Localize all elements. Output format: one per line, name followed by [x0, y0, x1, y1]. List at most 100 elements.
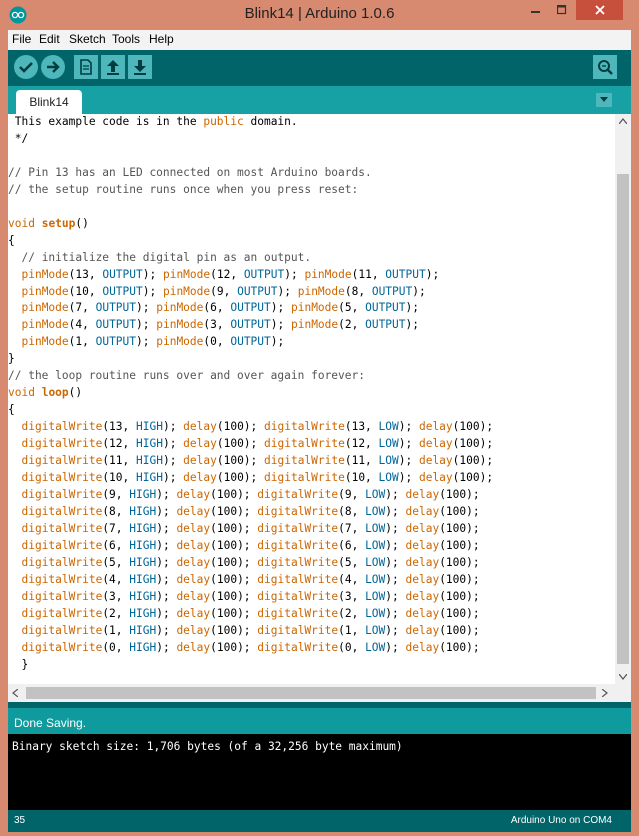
minimize-icon [530, 11, 540, 13]
vertical-scroll-thumb[interactable] [617, 174, 629, 664]
code-token: delay [183, 420, 217, 434]
code-token: (100); [210, 606, 258, 620]
code-token: delay [418, 471, 453, 485]
code-token: digitalWrite [257, 589, 339, 603]
code-token: (100); [216, 471, 265, 485]
vertical-scrollbar[interactable] [615, 114, 631, 684]
code-token: LOW [365, 606, 386, 620]
tab-blink14[interactable]: Blink14 [16, 90, 82, 114]
code-line[interactable]: digitalWrite(2, HIGH); delay(100); digit… [8, 606, 615, 623]
code-line[interactable]: void loop() [8, 385, 615, 402]
upload-button[interactable] [41, 55, 65, 79]
code-line[interactable]: { [8, 402, 615, 419]
verify-button[interactable] [14, 55, 38, 79]
open-button[interactable] [101, 55, 125, 79]
title-bar[interactable]: Blink14 | Arduino 1.0.6 [0, 0, 639, 30]
code-line[interactable]: digitalWrite(13, HIGH); delay(100); digi… [8, 419, 615, 436]
code-line[interactable]: pinMode(7, OUTPUT); pinMode(6, OUTPUT); … [8, 300, 615, 317]
code-line[interactable]: // the loop routine runs over and over a… [8, 368, 615, 385]
code-line[interactable]: void setup() [8, 216, 615, 233]
code-line[interactable]: digitalWrite(0, HIGH); delay(100); digit… [8, 640, 615, 657]
code-token: (100); [439, 589, 480, 603]
serial-monitor-button[interactable] [593, 55, 617, 79]
code-token: (100); [210, 640, 258, 654]
code-token: ); [412, 284, 426, 298]
code-token: (2, [338, 318, 366, 332]
code-token: (11, [102, 454, 136, 468]
code-line[interactable]: { [8, 233, 615, 250]
code-token: pinMode [162, 267, 211, 281]
horizontal-scroll-thumb[interactable] [26, 687, 596, 699]
verify-icon [19, 62, 33, 73]
code-token: ); [385, 589, 406, 603]
code-line[interactable]: // initialize the digital pin as an outp… [8, 250, 615, 267]
code-token: ); [136, 301, 157, 315]
code-area[interactable]: This example code is in the public domai… [8, 114, 615, 684]
console-output[interactable]: Binary sketch size: 1,706 bytes (of a 32… [8, 734, 631, 810]
code-line[interactable]: pinMode(10, OUTPUT); pinMode(9, OUTPUT);… [8, 284, 615, 301]
code-token: ); [142, 284, 163, 298]
scroll-down-icon[interactable] [619, 674, 627, 680]
code-line[interactable]: digitalWrite(1, HIGH); delay(100); digit… [8, 623, 615, 640]
menu-edit[interactable]: Edit [39, 32, 60, 46]
horizontal-scrollbar[interactable] [8, 684, 615, 702]
code-line[interactable]: // Pin 13 has an LED connected on most A… [8, 165, 615, 182]
menu-tools[interactable]: Tools [112, 32, 140, 46]
code-line[interactable]: ​ [8, 199, 615, 216]
code-token: digitalWrite [21, 572, 103, 586]
code-line[interactable]: } [8, 351, 615, 368]
code-line[interactable]: digitalWrite(4, HIGH); delay(100); digit… [8, 572, 615, 589]
code-token: (3, [338, 589, 366, 603]
code-token: delay [176, 487, 211, 501]
code-line[interactable]: } [8, 657, 615, 674]
code-line[interactable]: digitalWrite(8, HIGH); delay(100); digit… [8, 504, 615, 521]
code-line[interactable]: ​ [8, 148, 615, 165]
minimize-button[interactable] [522, 0, 549, 20]
code-line[interactable]: digitalWrite(11, HIGH); delay(100); digi… [8, 453, 615, 470]
code-token: digitalWrite [21, 487, 103, 501]
code-token: delay [176, 521, 211, 535]
code-token: HIGH [129, 504, 157, 518]
code-line[interactable]: pinMode(13, OUTPUT); pinMode(12, OUTPUT)… [8, 267, 615, 284]
code-token: ); [385, 504, 406, 518]
code-token: (6, [338, 538, 366, 552]
code-line[interactable]: */ [8, 131, 615, 148]
code-token: delay [176, 572, 211, 586]
code-line[interactable]: digitalWrite(7, HIGH); delay(100); digit… [8, 521, 615, 538]
code-line[interactable]: digitalWrite(6, HIGH); delay(100); digit… [8, 538, 615, 555]
code-line[interactable]: This example code is in the public domai… [8, 114, 615, 131]
maximize-button[interactable] [549, 0, 575, 20]
scroll-left-icon[interactable] [12, 689, 18, 697]
code-token: ); [156, 504, 177, 518]
code-token: HIGH [129, 623, 157, 637]
code-token: LOW [365, 640, 386, 654]
code-line[interactable]: digitalWrite(12, HIGH); delay(100); digi… [8, 436, 615, 453]
new-button[interactable] [74, 55, 98, 79]
code-line[interactable]: // the setup routine runs once when you … [8, 182, 615, 199]
code-line[interactable]: digitalWrite(10, HIGH); delay(100); digi… [8, 470, 615, 487]
source-code[interactable]: This example code is in the public domai… [8, 114, 615, 673]
close-button[interactable] [576, 0, 623, 20]
save-button[interactable] [128, 55, 152, 79]
menu-sketch[interactable]: Sketch [69, 32, 106, 46]
scroll-right-icon[interactable] [602, 689, 608, 697]
code-line[interactable]: digitalWrite(3, HIGH); delay(100); digit… [8, 589, 615, 606]
code-editor[interactable]: This example code is in the public domai… [8, 114, 631, 702]
menu-file[interactable]: File [12, 32, 31, 46]
code-line[interactable]: digitalWrite(5, HIGH); delay(100); digit… [8, 555, 615, 572]
menu-help[interactable]: Help [149, 32, 174, 46]
code-line[interactable]: digitalWrite(9, HIGH); delay(100); digit… [8, 487, 615, 504]
code-token: delay [405, 538, 440, 552]
new-icon [80, 59, 92, 75]
tab-menu-button[interactable] [596, 93, 612, 107]
code-token: ); [270, 301, 291, 315]
code-token: (4, [102, 572, 130, 586]
code-line[interactable]: pinMode(4, OUTPUT); pinMode(3, OUTPUT); … [8, 317, 615, 334]
code-line[interactable]: pinMode(1, OUTPUT); pinMode(0, OUTPUT); [8, 334, 615, 351]
scroll-up-icon[interactable] [619, 118, 627, 124]
code-token: ); [156, 555, 177, 569]
code-token: digitalWrite [21, 437, 103, 451]
